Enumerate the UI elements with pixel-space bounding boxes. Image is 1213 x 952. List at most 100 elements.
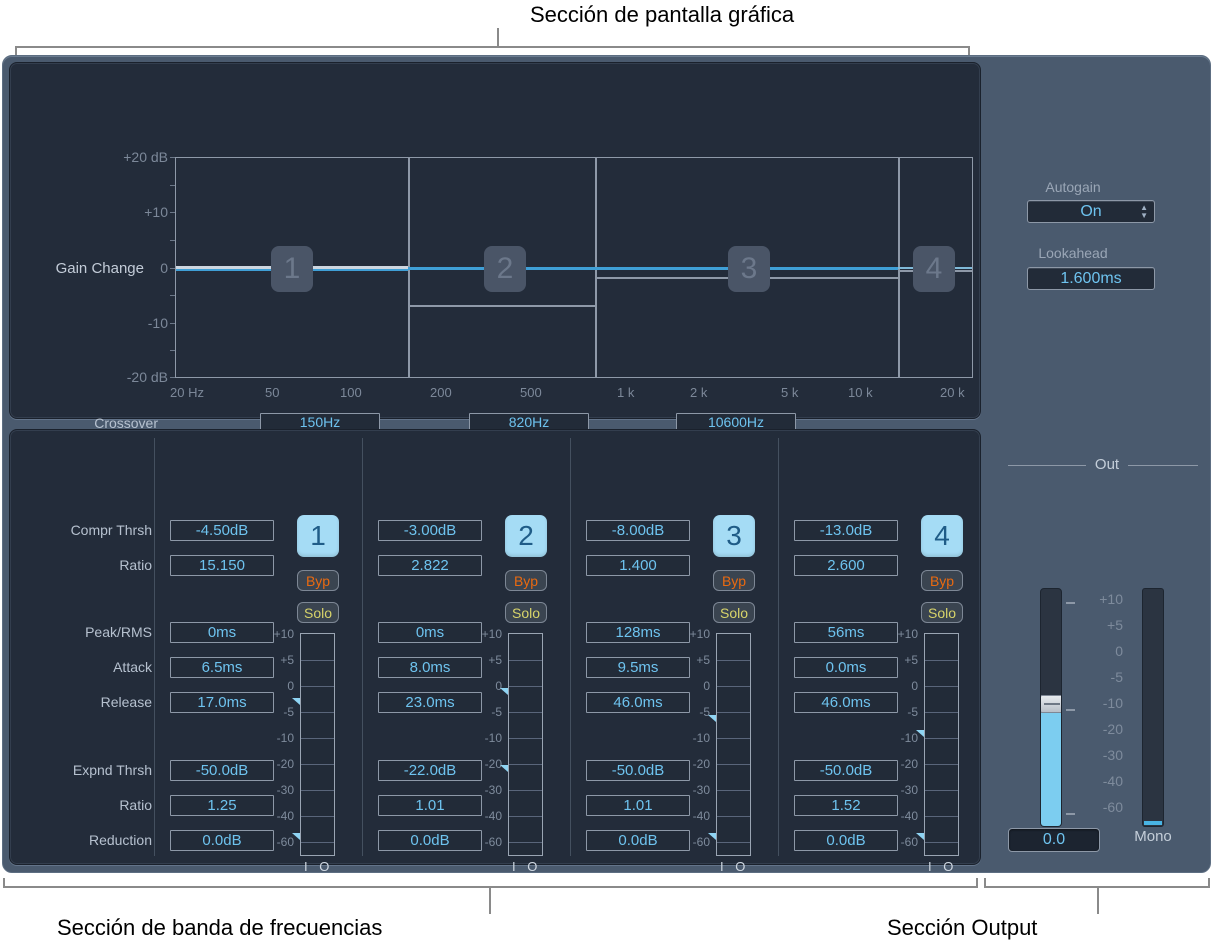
band-separator	[154, 438, 155, 856]
band-1-scale-minus40: -40	[248, 809, 294, 823]
band-3-scale-plus10: +10	[664, 627, 710, 641]
band-3-meter[interactable]	[716, 633, 751, 856]
band-1-meter[interactable]	[300, 633, 335, 856]
annotation-bottom-right-leader	[1097, 888, 1099, 914]
output-gain-field[interactable]: 0.0	[1008, 828, 1100, 852]
band-3-compr-thrsh[interactable]: -8.00dB	[586, 520, 690, 541]
band-3-scale-minus10: -10	[664, 731, 710, 745]
band-4-solo-button[interactable]: Solo	[921, 602, 963, 623]
band-3-scale-minus60: -60	[664, 835, 710, 849]
out-rule-left	[1008, 465, 1086, 466]
band-3-select-button[interactable]: 3	[713, 515, 755, 557]
slider-tickmark-bottom	[1066, 813, 1075, 815]
band-4-compr-threshold-handle[interactable]	[916, 730, 924, 737]
out-scale-minus20: -20	[1081, 721, 1123, 737]
band-2-compr-thrsh[interactable]: -3.00dB	[378, 520, 482, 541]
band-2-meter[interactable]	[508, 633, 543, 856]
out-title: Out	[1086, 456, 1128, 473]
band-4-expnd-threshold-handle[interactable]	[916, 833, 924, 840]
band-3-compr-threshold-handle[interactable]	[708, 715, 716, 722]
band-1-solo-button[interactable]: Solo	[297, 602, 339, 623]
autogain-popup[interactable]: On ▲▼	[1027, 200, 1155, 223]
band-2-select-button[interactable]: 2	[505, 515, 547, 557]
band-4-bypass-button[interactable]: Byp	[921, 570, 963, 591]
x-tick-2k: 2 k	[690, 385, 707, 400]
plot-band-badge-2[interactable]: 2	[484, 246, 526, 292]
band-3-scale-plus5: +5	[664, 653, 710, 667]
band-2-compr-ratio[interactable]: 2.822	[378, 555, 482, 576]
band-2-scale-minus5: -5	[456, 705, 502, 719]
band-1-compr-ratio[interactable]: 15.150	[170, 555, 274, 576]
y-tick-plus10: +10	[70, 204, 168, 220]
band-4-compr-ratio[interactable]: 2.600	[794, 555, 898, 576]
label-reduction: Reduction	[10, 832, 152, 848]
out-scale-minus60: -60	[1081, 799, 1123, 815]
band-4-select-button[interactable]: 4	[921, 515, 963, 557]
plot-band-badge-3[interactable]: 3	[728, 246, 770, 292]
annotation-bottom-left-leader	[489, 888, 491, 914]
out-scale-minus10: -10	[1081, 695, 1123, 711]
label-release: Release	[10, 694, 152, 710]
band-3-scale-0: 0	[664, 679, 710, 693]
band-2-scale-minus60: -60	[456, 835, 502, 849]
band-1-scale-minus5: -5	[248, 705, 294, 719]
autogain-label: Autogain	[1003, 179, 1143, 195]
plugin-window: +20 dB +10 Gain Change 0 -10 -20 dB	[2, 55, 1211, 873]
band-2-expnd-threshold-handle[interactable]	[500, 765, 508, 772]
x-tick-100: 100	[340, 385, 362, 400]
autogain-value: On	[1080, 203, 1101, 220]
band-2-scale-plus5: +5	[456, 653, 502, 667]
band-separator	[778, 438, 779, 856]
band-1-expnd-threshold-handle[interactable]	[292, 833, 300, 840]
label-expnd-thrsh: Expnd Thrsh	[10, 762, 152, 778]
band-3-expnd-threshold-handle[interactable]	[708, 833, 716, 840]
out-scale-plus5: +5	[1081, 617, 1123, 633]
band-2-compr-threshold-handle[interactable]	[500, 688, 508, 695]
label-compr-thrsh: Compr Thrsh	[10, 522, 152, 538]
x-tick-5k: 5 k	[781, 385, 798, 400]
output-gain-slider-knob[interactable]	[1040, 695, 1062, 713]
band-1-io-label: I O	[304, 859, 333, 874]
slider-tickmark-top	[1066, 602, 1075, 604]
label-expnd-ratio: Ratio	[10, 797, 152, 813]
band-2-scale-0: 0	[456, 679, 502, 693]
band-2-solo-button[interactable]: Solo	[505, 602, 547, 623]
output-mono-meter-fill	[1144, 821, 1162, 825]
band-2-bypass-button[interactable]: Byp	[505, 570, 547, 591]
band-1-select-button[interactable]: 1	[297, 515, 339, 557]
plot-band-badge-4[interactable]: 4	[913, 246, 955, 292]
y-tick-minus10: -10	[70, 315, 168, 331]
out-scale-plus10: +10	[1081, 591, 1123, 607]
x-tick-20k: 20 k	[940, 385, 965, 400]
band-1-scale-0: 0	[248, 679, 294, 693]
x-tick-20hz: 20 Hz	[170, 385, 204, 400]
gain-change-plot[interactable]: 1 2 3 4	[175, 157, 973, 378]
out-scale-minus5: -5	[1081, 669, 1123, 685]
band-4-meter[interactable]	[924, 633, 959, 856]
band-3-compr-ratio[interactable]: 1.400	[586, 555, 690, 576]
band-1-bypass-button[interactable]: Byp	[297, 570, 339, 591]
band-1-scale-minus20: -20	[248, 757, 294, 771]
band-1-compr-threshold-handle[interactable]	[292, 698, 300, 705]
band-3-solo-button[interactable]: Solo	[713, 602, 755, 623]
y-axis-title: Gain Change	[26, 260, 144, 277]
band-1-scale-minus60: -60	[248, 835, 294, 849]
output-gain-slider[interactable]	[1040, 588, 1062, 827]
x-tick-10k: 10 k	[848, 385, 873, 400]
annotation-bottom-right-bracket	[984, 878, 1210, 888]
band-1-compr-thrsh[interactable]: -4.50dB	[170, 520, 274, 541]
band-4-compr-thrsh[interactable]: -13.0dB	[794, 520, 898, 541]
band-2-scale-minus20: -20	[456, 757, 502, 771]
lookahead-field[interactable]: 1.600ms	[1027, 267, 1155, 290]
label-compr-ratio: Ratio	[10, 557, 152, 573]
out-rule-right	[1128, 465, 1198, 466]
band-4-scale-minus5: -5	[872, 705, 918, 719]
plot-band-badge-1[interactable]: 1	[271, 246, 313, 292]
output-gain-slider-fill	[1041, 701, 1061, 826]
band-3-bypass-button[interactable]: Byp	[713, 570, 755, 591]
annotation-bottom-left-bracket	[3, 878, 978, 888]
x-tick-50: 50	[265, 385, 279, 400]
lookahead-label: Lookahead	[1003, 245, 1143, 261]
band-4-io-label: I O	[928, 859, 957, 874]
band-4-scale-plus5: +5	[872, 653, 918, 667]
